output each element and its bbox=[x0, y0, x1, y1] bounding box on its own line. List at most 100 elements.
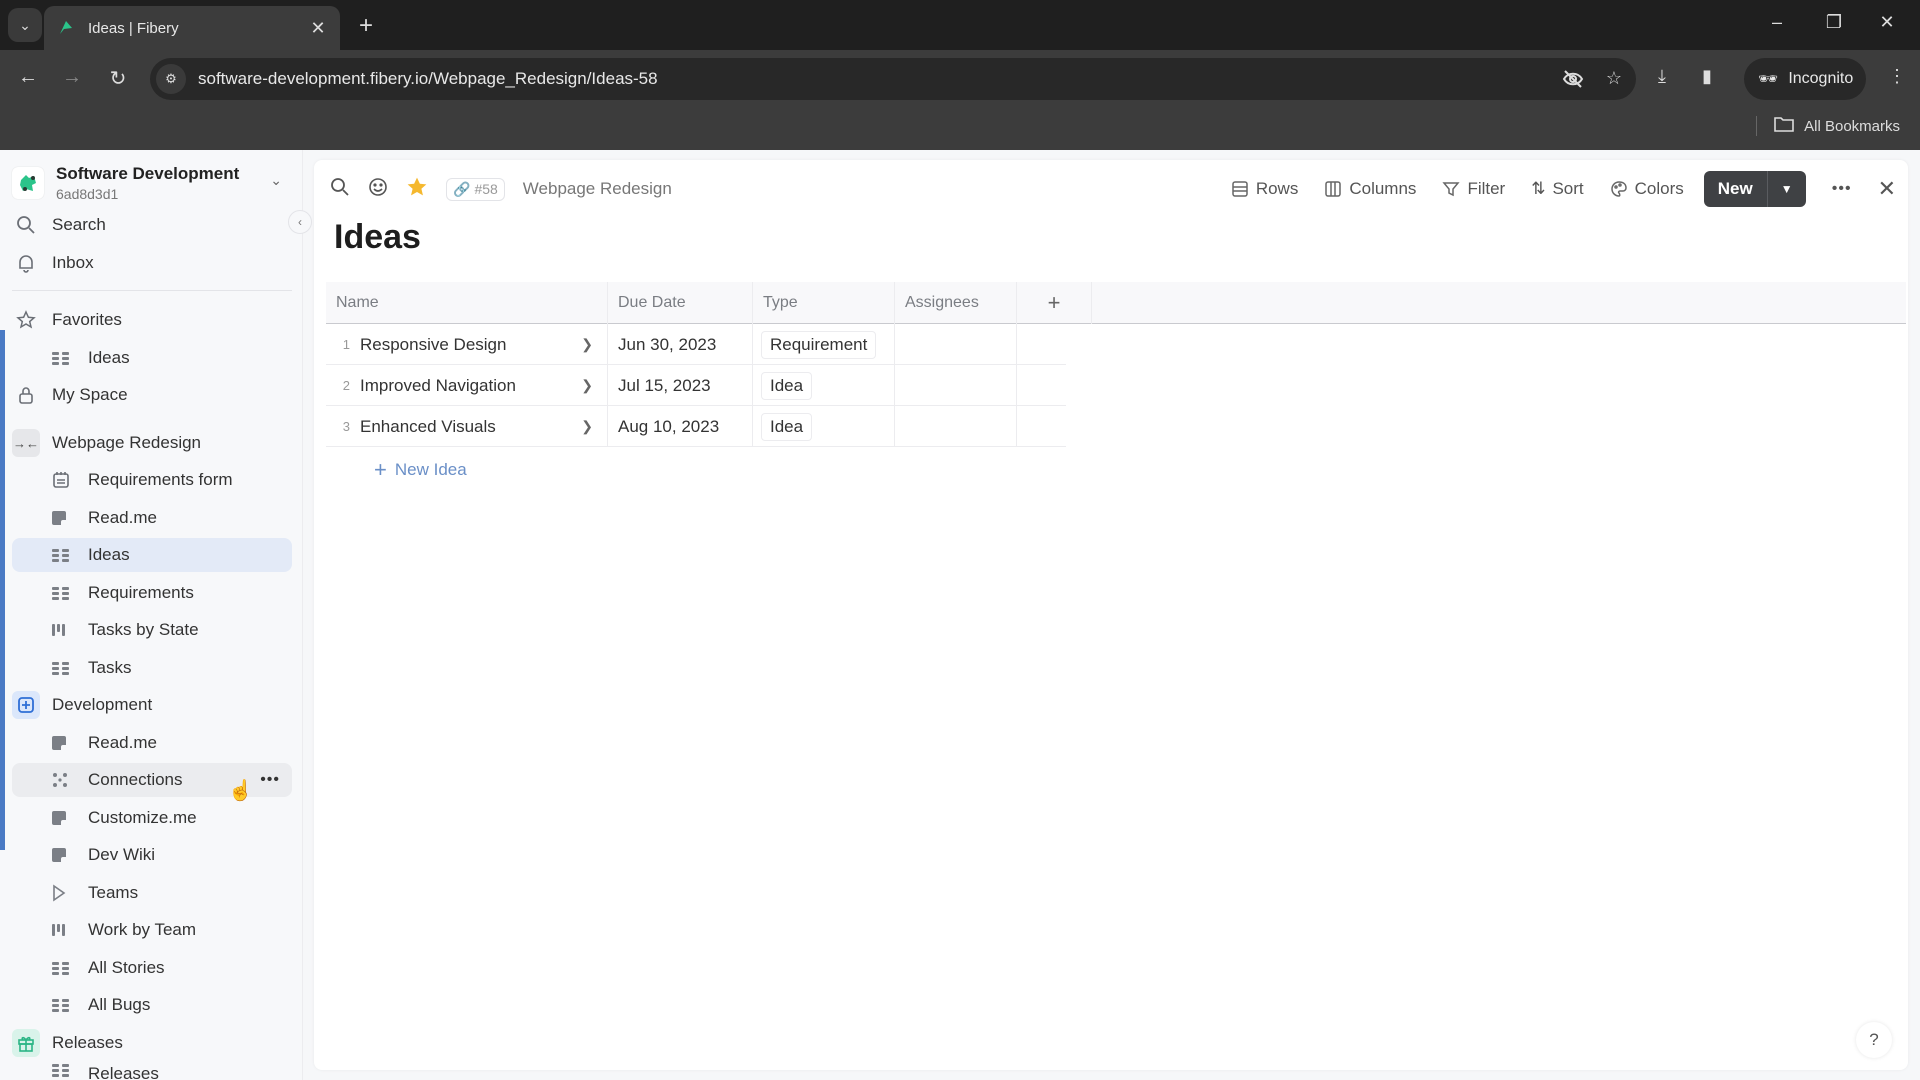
table-icon bbox=[52, 548, 88, 562]
sidebar-item-ideas[interactable]: Ideas bbox=[12, 538, 292, 572]
space-releases[interactable]: Releases bbox=[12, 1026, 292, 1060]
add-column-button[interactable]: + bbox=[1017, 282, 1092, 324]
form-icon bbox=[52, 471, 88, 489]
rows-button[interactable]: Rows bbox=[1231, 179, 1298, 199]
sidebar-item-label: All Stories bbox=[88, 958, 165, 977]
chevron-down-icon[interactable]: ⌄ bbox=[270, 172, 282, 189]
browser-tab[interactable]: Ideas | Fibery ✕ bbox=[44, 6, 340, 50]
minimize-icon[interactable]: – bbox=[1762, 12, 1792, 33]
sidebar-inbox[interactable]: Inbox bbox=[12, 246, 292, 280]
sidebar-item-teams[interactable]: Teams bbox=[12, 876, 292, 910]
site-settings-icon[interactable]: ⚙ bbox=[156, 64, 186, 94]
workspace-switcher[interactable]: Software Development 6ad8d3d1 ⌄ bbox=[12, 160, 292, 206]
column-header-assignees[interactable]: Assignees bbox=[895, 282, 1017, 324]
emoji-icon[interactable] bbox=[368, 177, 388, 202]
cell-name[interactable]: 1 Responsive Design ❯ bbox=[326, 324, 608, 365]
new-dropdown-chevron-icon[interactable]: ▼ bbox=[1768, 171, 1806, 207]
sidebar-favorites[interactable]: Favorites bbox=[12, 303, 292, 337]
cell-type[interactable]: Idea bbox=[753, 365, 895, 406]
sidebar-item-all-bugs[interactable]: All Bugs bbox=[12, 988, 292, 1022]
table-row[interactable]: 2 Improved Navigation ❯ Jul 15, 2023 Ide… bbox=[326, 365, 1066, 406]
column-header-type[interactable]: Type bbox=[753, 282, 895, 324]
sidebar-item-label: Ideas bbox=[88, 545, 130, 564]
sort-button[interactable]: ⇅ Sort bbox=[1531, 179, 1583, 199]
new-tab-button[interactable]: + bbox=[354, 12, 378, 40]
open-entity-chevron-icon[interactable]: ❯ bbox=[581, 377, 593, 394]
collapse-sidebar-icon[interactable]: ‹ bbox=[288, 210, 312, 234]
new-idea-button[interactable]: + New Idea bbox=[326, 450, 608, 490]
space-development[interactable]: Development bbox=[12, 688, 292, 722]
sidebar-search[interactable]: Search bbox=[12, 208, 292, 242]
filter-button[interactable]: Filter bbox=[1442, 179, 1505, 199]
sidebar-item-customize[interactable]: Customize.me bbox=[12, 801, 292, 835]
forward-icon[interactable]: → bbox=[58, 66, 86, 89]
entity-id-badge[interactable]: 🔗 #58 bbox=[446, 177, 505, 201]
sidebar-item-requirements[interactable]: Requirements bbox=[12, 576, 292, 610]
sidebar-item-readme[interactable]: Read.me bbox=[12, 501, 292, 535]
reload-icon[interactable]: ↻ bbox=[104, 66, 132, 91]
sidebar-item-dev-wiki[interactable]: Dev Wiki bbox=[12, 838, 292, 872]
favorite-star-icon[interactable] bbox=[406, 176, 428, 203]
browser-menu-icon[interactable]: ⋮ bbox=[1888, 66, 1906, 87]
sidebar-item-all-stories[interactable]: All Stories bbox=[12, 951, 292, 985]
sidebar-item-label: Requirements bbox=[88, 583, 194, 602]
columns-icon bbox=[1325, 181, 1342, 197]
colors-button[interactable]: Colors bbox=[1610, 179, 1684, 199]
back-icon[interactable]: ← bbox=[14, 66, 42, 89]
sidebar-item-label: Releases bbox=[88, 1064, 159, 1080]
close-tab-icon[interactable]: ✕ bbox=[308, 18, 328, 39]
all-bookmarks-button[interactable]: All Bookmarks bbox=[1774, 116, 1900, 136]
sidebar-item-requirements-form[interactable]: Requirements form bbox=[12, 463, 292, 497]
space-webpage-redesign[interactable]: →← Webpage Redesign bbox=[12, 426, 292, 460]
column-header-due-date[interactable]: Due Date bbox=[608, 282, 753, 324]
restore-icon[interactable]: ❐ bbox=[1819, 12, 1849, 33]
breadcrumb[interactable]: Webpage Redesign bbox=[523, 179, 672, 199]
window-close-icon[interactable]: ✕ bbox=[1872, 12, 1902, 33]
table-row[interactable]: 3 Enhanced Visuals ❯ Aug 10, 2023 Idea bbox=[326, 406, 1066, 447]
sidebar-item-dev-readme[interactable]: Read.me bbox=[12, 726, 292, 760]
bookmark-star-icon[interactable]: ☆ bbox=[1606, 68, 1622, 95]
open-entity-chevron-icon[interactable]: ❯ bbox=[581, 336, 593, 353]
more-actions-icon[interactable]: ••• bbox=[1832, 180, 1852, 198]
tab-search-button[interactable]: ⌄ bbox=[8, 8, 42, 42]
cell-due-date[interactable]: Aug 10, 2023 bbox=[608, 406, 753, 447]
type-pill: Requirement bbox=[761, 330, 877, 359]
sidebar-my-space[interactable]: My Space bbox=[12, 378, 292, 412]
cell-type[interactable]: Idea bbox=[753, 406, 895, 447]
cell-name[interactable]: 3 Enhanced Visuals ❯ bbox=[326, 406, 608, 447]
search-icon[interactable] bbox=[330, 177, 350, 202]
cell-assignees[interactable] bbox=[895, 324, 1017, 365]
fibery-app: Software Development 6ad8d3d1 ⌄ Search I… bbox=[0, 150, 1920, 1080]
help-button[interactable]: ? bbox=[1856, 1022, 1892, 1058]
cell-type[interactable]: Requirement bbox=[753, 324, 895, 365]
columns-button[interactable]: Columns bbox=[1324, 179, 1416, 199]
sidebar-item-tasks[interactable]: Tasks bbox=[12, 651, 292, 685]
sidebar-item-releases[interactable]: Releases bbox=[12, 1064, 292, 1080]
sidebar-item-favorite-ideas[interactable]: Ideas bbox=[12, 341, 292, 375]
cell-assignees[interactable] bbox=[895, 365, 1017, 406]
cell-due-date[interactable]: Jun 30, 2023 bbox=[608, 324, 753, 365]
sidebar-item-work-by-team[interactable]: Work by Team bbox=[12, 913, 292, 947]
download-icon[interactable]: ⤓ bbox=[1658, 66, 1666, 87]
bookmarks-bar bbox=[0, 110, 1920, 150]
url-text[interactable]: software-development.fibery.io/Webpage_R… bbox=[198, 69, 658, 89]
more-options-icon[interactable]: ••• bbox=[260, 771, 280, 789]
main-panel: 🔗 #58 Webpage Redesign Rows Columns Filt… bbox=[314, 160, 1908, 1070]
mouse-cursor-icon: ☝ bbox=[228, 780, 253, 802]
cell-assignees[interactable] bbox=[895, 406, 1017, 447]
column-header-name[interactable]: Name bbox=[326, 282, 608, 324]
side-panel-icon[interactable]: ▮ bbox=[1702, 66, 1712, 87]
open-entity-chevron-icon[interactable]: ❯ bbox=[581, 418, 593, 435]
row-name: Enhanced Visuals bbox=[360, 416, 496, 436]
address-bar[interactable]: ⚙ software-development.fibery.io/Webpage… bbox=[150, 58, 1636, 100]
sidebar-item-tasks-by-state[interactable]: Tasks by State bbox=[12, 613, 292, 647]
new-button[interactable]: New bbox=[1704, 171, 1768, 207]
incognito-badge[interactable]: 🕶 Incognito bbox=[1744, 58, 1866, 100]
cell-due-date[interactable]: Jul 15, 2023 bbox=[608, 365, 753, 406]
page-title: Ideas bbox=[334, 218, 421, 256]
eye-off-icon[interactable] bbox=[1562, 68, 1584, 95]
table-icon bbox=[52, 961, 88, 975]
close-panel-icon[interactable]: ✕ bbox=[1878, 176, 1896, 202]
cell-name[interactable]: 2 Improved Navigation ❯ bbox=[326, 365, 608, 406]
table-row[interactable]: 1 Responsive Design ❯ Jun 30, 2023 Requi… bbox=[326, 324, 1066, 365]
